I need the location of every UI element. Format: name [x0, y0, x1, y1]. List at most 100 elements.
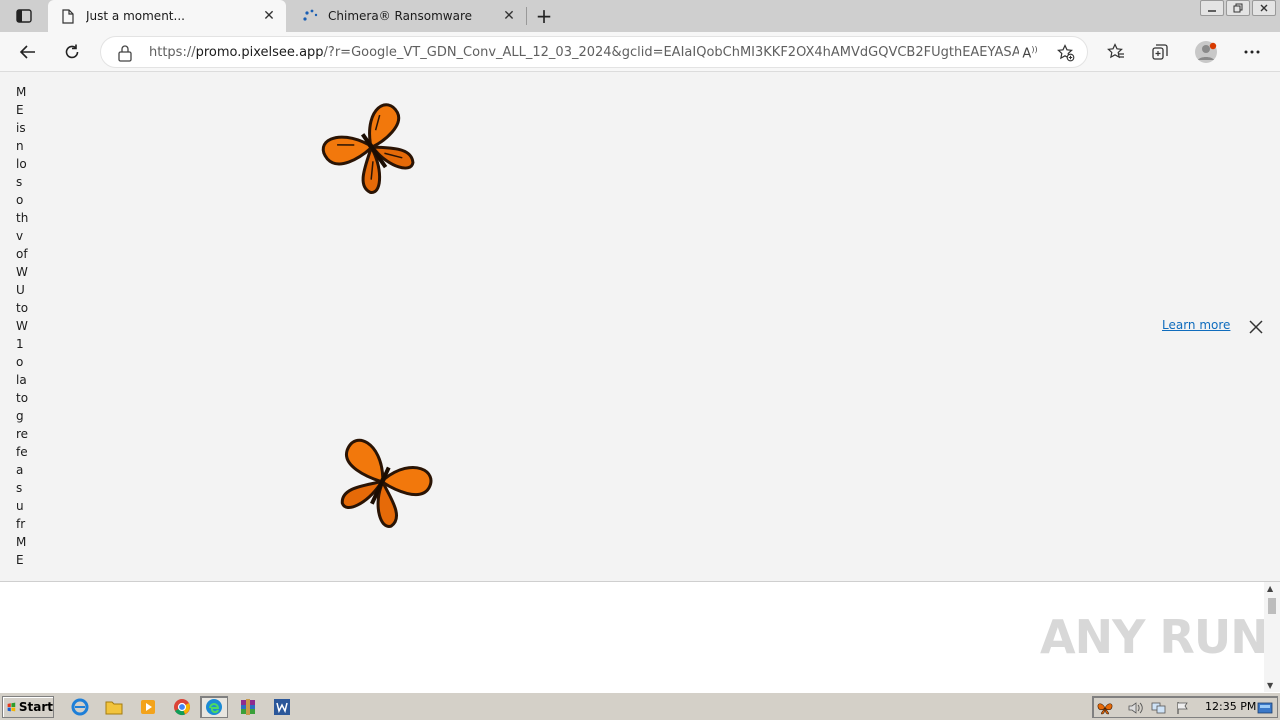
vertical-text-fragment: th: [16, 211, 29, 225]
media-player-icon: [141, 700, 155, 714]
start-button[interactable]: Start: [2, 696, 54, 718]
folder-icon: [105, 701, 123, 715]
start-label: Start: [18, 700, 53, 714]
edge-icon: [206, 699, 222, 715]
settings-more-button[interactable]: [1238, 38, 1266, 66]
add-favorite-button[interactable]: [1055, 42, 1077, 64]
tab-strip: Just a moment... ✕ Chimera® Ransomware ✕…: [0, 0, 1280, 32]
vertical-text-fragment: n: [16, 139, 24, 153]
close-window-button[interactable]: [1252, 0, 1276, 16]
tab-chimera-ransomware[interactable]: Chimera® Ransomware ✕: [290, 0, 526, 32]
taskbar-edge[interactable]: [200, 696, 228, 718]
lock-icon[interactable]: [117, 44, 133, 62]
vertical-text-fragment: re: [16, 427, 29, 441]
butterfly-image-bottom: [340, 438, 433, 528]
vertical-text-fragment: fr: [16, 517, 26, 531]
vertical-text-fragment: E: [16, 103, 24, 117]
vertical-text-fragment: v: [16, 229, 24, 243]
screen: Just a moment... ✕ Chimera® Ransomware ✕…: [0, 0, 1280, 720]
vertical-text-fragment: to: [16, 301, 29, 315]
taskbar-media-player[interactable]: [134, 696, 162, 718]
vertical-text-fragment: u: [16, 499, 24, 513]
scroll-down-arrow-icon[interactable]: ▼: [1267, 681, 1273, 690]
page-icon: [60, 8, 76, 24]
url-scheme: https://: [149, 45, 196, 60]
tray-butterfly-icon[interactable]: [1097, 700, 1113, 716]
window-controls: [1200, 0, 1276, 18]
minimize-button[interactable]: [1200, 0, 1224, 16]
taskbar: Start 12:35 PM: [0, 692, 1280, 720]
volume-icon[interactable]: [1127, 700, 1143, 716]
address-bar[interactable]: https://promo.pixelsee.app/?r=Google_VT_…: [100, 36, 1088, 68]
vertical-text-column: M Eis n lo s o th v of W Uto W 1 o la to g re fe a s u fr M E: [16, 83, 46, 569]
refresh-button[interactable]: [58, 38, 86, 66]
action-center-flag-icon[interactable]: [1175, 700, 1191, 716]
lower-frame: ANY RUN ▲ ▼: [0, 582, 1280, 692]
learn-more-link[interactable]: Learn more: [1162, 318, 1230, 332]
refresh-icon: [65, 44, 79, 59]
vertical-text-fragment: lo: [16, 157, 27, 171]
taskbar-ie[interactable]: [66, 696, 94, 718]
tab-actions-icon: [16, 9, 32, 23]
taskbar-winrar[interactable]: [234, 696, 262, 718]
word-icon: [274, 699, 290, 715]
tab-title: Chimera® Ransomware: [328, 9, 473, 23]
taskbar-clock[interactable]: 12:35 PM: [1205, 700, 1256, 713]
vertical-text-fragment: o: [16, 193, 24, 207]
read-aloud-button[interactable]: A)): [1019, 42, 1041, 64]
winrar-icon: [241, 699, 255, 715]
scroll-thumb[interactable]: [1268, 598, 1276, 614]
vertical-text-fragment: 1: [16, 337, 24, 351]
close-icon: [1260, 4, 1268, 12]
anyrun-watermark: ANY RUN: [1040, 610, 1269, 664]
star-add-icon: [1057, 44, 1075, 62]
url-path: /?r=Google_VT_GDN_Conv_ALL_12_03_2024&gc…: [323, 45, 1019, 60]
scroll-up-arrow-icon[interactable]: ▲: [1267, 584, 1273, 593]
vertical-text-fragment: W: [16, 319, 28, 333]
tab-just-a-moment[interactable]: Just a moment... ✕: [48, 0, 286, 32]
vertical-text-fragment: M: [16, 85, 27, 99]
vertical-text-fragment: g: [16, 409, 24, 423]
vertical-text-fragment: s: [16, 175, 23, 189]
vertical-text-fragment: la: [16, 373, 27, 387]
read-aloud-icon: A)): [1022, 44, 1038, 62]
url-text[interactable]: https://promo.pixelsee.app/?r=Google_VT_…: [149, 45, 1019, 60]
vertical-text-fragment: a: [16, 463, 24, 477]
taskbar-word[interactable]: [268, 696, 296, 718]
internet-explorer-icon: [71, 698, 89, 716]
back-button[interactable]: [14, 38, 42, 66]
more-dots-icon: [1244, 50, 1260, 54]
vertical-text-fragment: is: [16, 121, 26, 135]
tab-actions-button[interactable]: [8, 4, 40, 28]
chrome-icon: [174, 699, 190, 716]
back-arrow-icon: [19, 45, 35, 59]
vertical-text-fragment: of: [16, 247, 28, 261]
tab-close-button[interactable]: ✕: [258, 5, 280, 27]
vertical-text-fragment: s: [16, 481, 23, 495]
taskbar-chrome[interactable]: [168, 696, 196, 718]
tab-close-button[interactable]: ✕: [498, 5, 520, 27]
vertical-text-fragment: W: [16, 265, 28, 279]
restore-icon: [1233, 3, 1243, 13]
vertical-text-fragment: o: [16, 355, 24, 369]
page-content: M Eis n lo s o th v of W Uto W 1 o la to g re fe a s u fr M E Le…: [0, 72, 1280, 582]
favorites-button[interactable]: [1102, 38, 1130, 66]
profile-button[interactable]: [1192, 38, 1220, 66]
browser-toolbar: https://promo.pixelsee.app/?r=Google_VT_…: [0, 32, 1280, 72]
windows-logo-icon: [7, 702, 16, 712]
vertical-text-fragment: M: [16, 535, 27, 549]
loading-spinner-icon: [302, 8, 318, 24]
close-banner-icon[interactable]: [1247, 318, 1265, 336]
show-desktop-icon[interactable]: [1257, 700, 1273, 716]
network-icon[interactable]: [1151, 700, 1167, 716]
collections-button[interactable]: [1146, 38, 1174, 66]
tab-title: Just a moment...: [86, 9, 185, 23]
vertical-text-fragment: fe: [16, 445, 28, 459]
new-tab-button[interactable]: +: [532, 4, 556, 28]
vertical-scrollbar[interactable]: ▲ ▼: [1264, 582, 1280, 692]
vertical-text-fragment: U: [16, 283, 25, 297]
favorites-star-icon: [1107, 43, 1124, 59]
taskbar-explorer[interactable]: [100, 696, 128, 718]
restore-button[interactable]: [1226, 0, 1250, 16]
url-host: promo.pixelsee.app: [195, 45, 324, 60]
